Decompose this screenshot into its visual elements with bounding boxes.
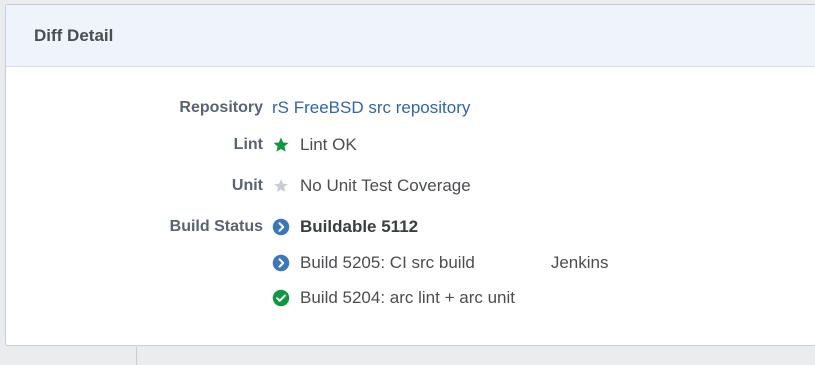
buildable-item[interactable]: Buildable 5112 <box>272 217 418 237</box>
chevron-circle-right-icon <box>272 254 290 272</box>
build-text: Build 5204: arc lint + arc unit <box>300 288 515 307</box>
unit-row: Unit No Unit Test Coverage <box>6 173 806 199</box>
panel-header: Diff Detail <box>6 5 815 67</box>
lint-status-text: Lint OK <box>300 135 357 154</box>
star-icon <box>272 136 290 154</box>
divider <box>136 347 137 365</box>
buildable-text: Buildable 5112 <box>300 217 419 236</box>
build-runner: Jenkins <box>550 253 609 272</box>
repository-row: Repository rS FreeBSD src repository <box>6 95 806 121</box>
check-circle-icon <box>272 289 290 307</box>
chevron-circle-right-icon <box>272 218 290 236</box>
unit-value: No Unit Test Coverage <box>272 176 471 196</box>
build-row: Build 5205: CI src build Jenkins <box>6 250 806 276</box>
lint-row: Lint Lint OK <box>6 132 806 158</box>
unit-status-text: No Unit Test Coverage <box>300 176 471 195</box>
repository-label: Repository <box>179 99 263 116</box>
build-item[interactable]: Build 5204: arc lint + arc unit <box>272 288 515 308</box>
lint-value: Lint OK <box>272 135 357 155</box>
build-status-row: Build Status Buildable 5112 <box>6 214 806 240</box>
build-row: Build 5204: arc lint + arc unit <box>6 285 806 311</box>
star-icon <box>272 177 290 195</box>
build-text: Build 5205: CI src build <box>300 253 475 272</box>
repository-link[interactable]: rS FreeBSD src repository <box>272 98 470 118</box>
lint-label: Lint <box>233 136 263 153</box>
unit-label: Unit <box>231 177 263 194</box>
panel-title: Diff Detail <box>34 25 114 45</box>
diff-detail-panel: Diff Detail Repository rS FreeBSD src re… <box>5 4 815 346</box>
build-status-label: Build Status <box>169 218 263 235</box>
build-item[interactable]: Build 5205: CI src build Jenkins <box>272 253 608 273</box>
